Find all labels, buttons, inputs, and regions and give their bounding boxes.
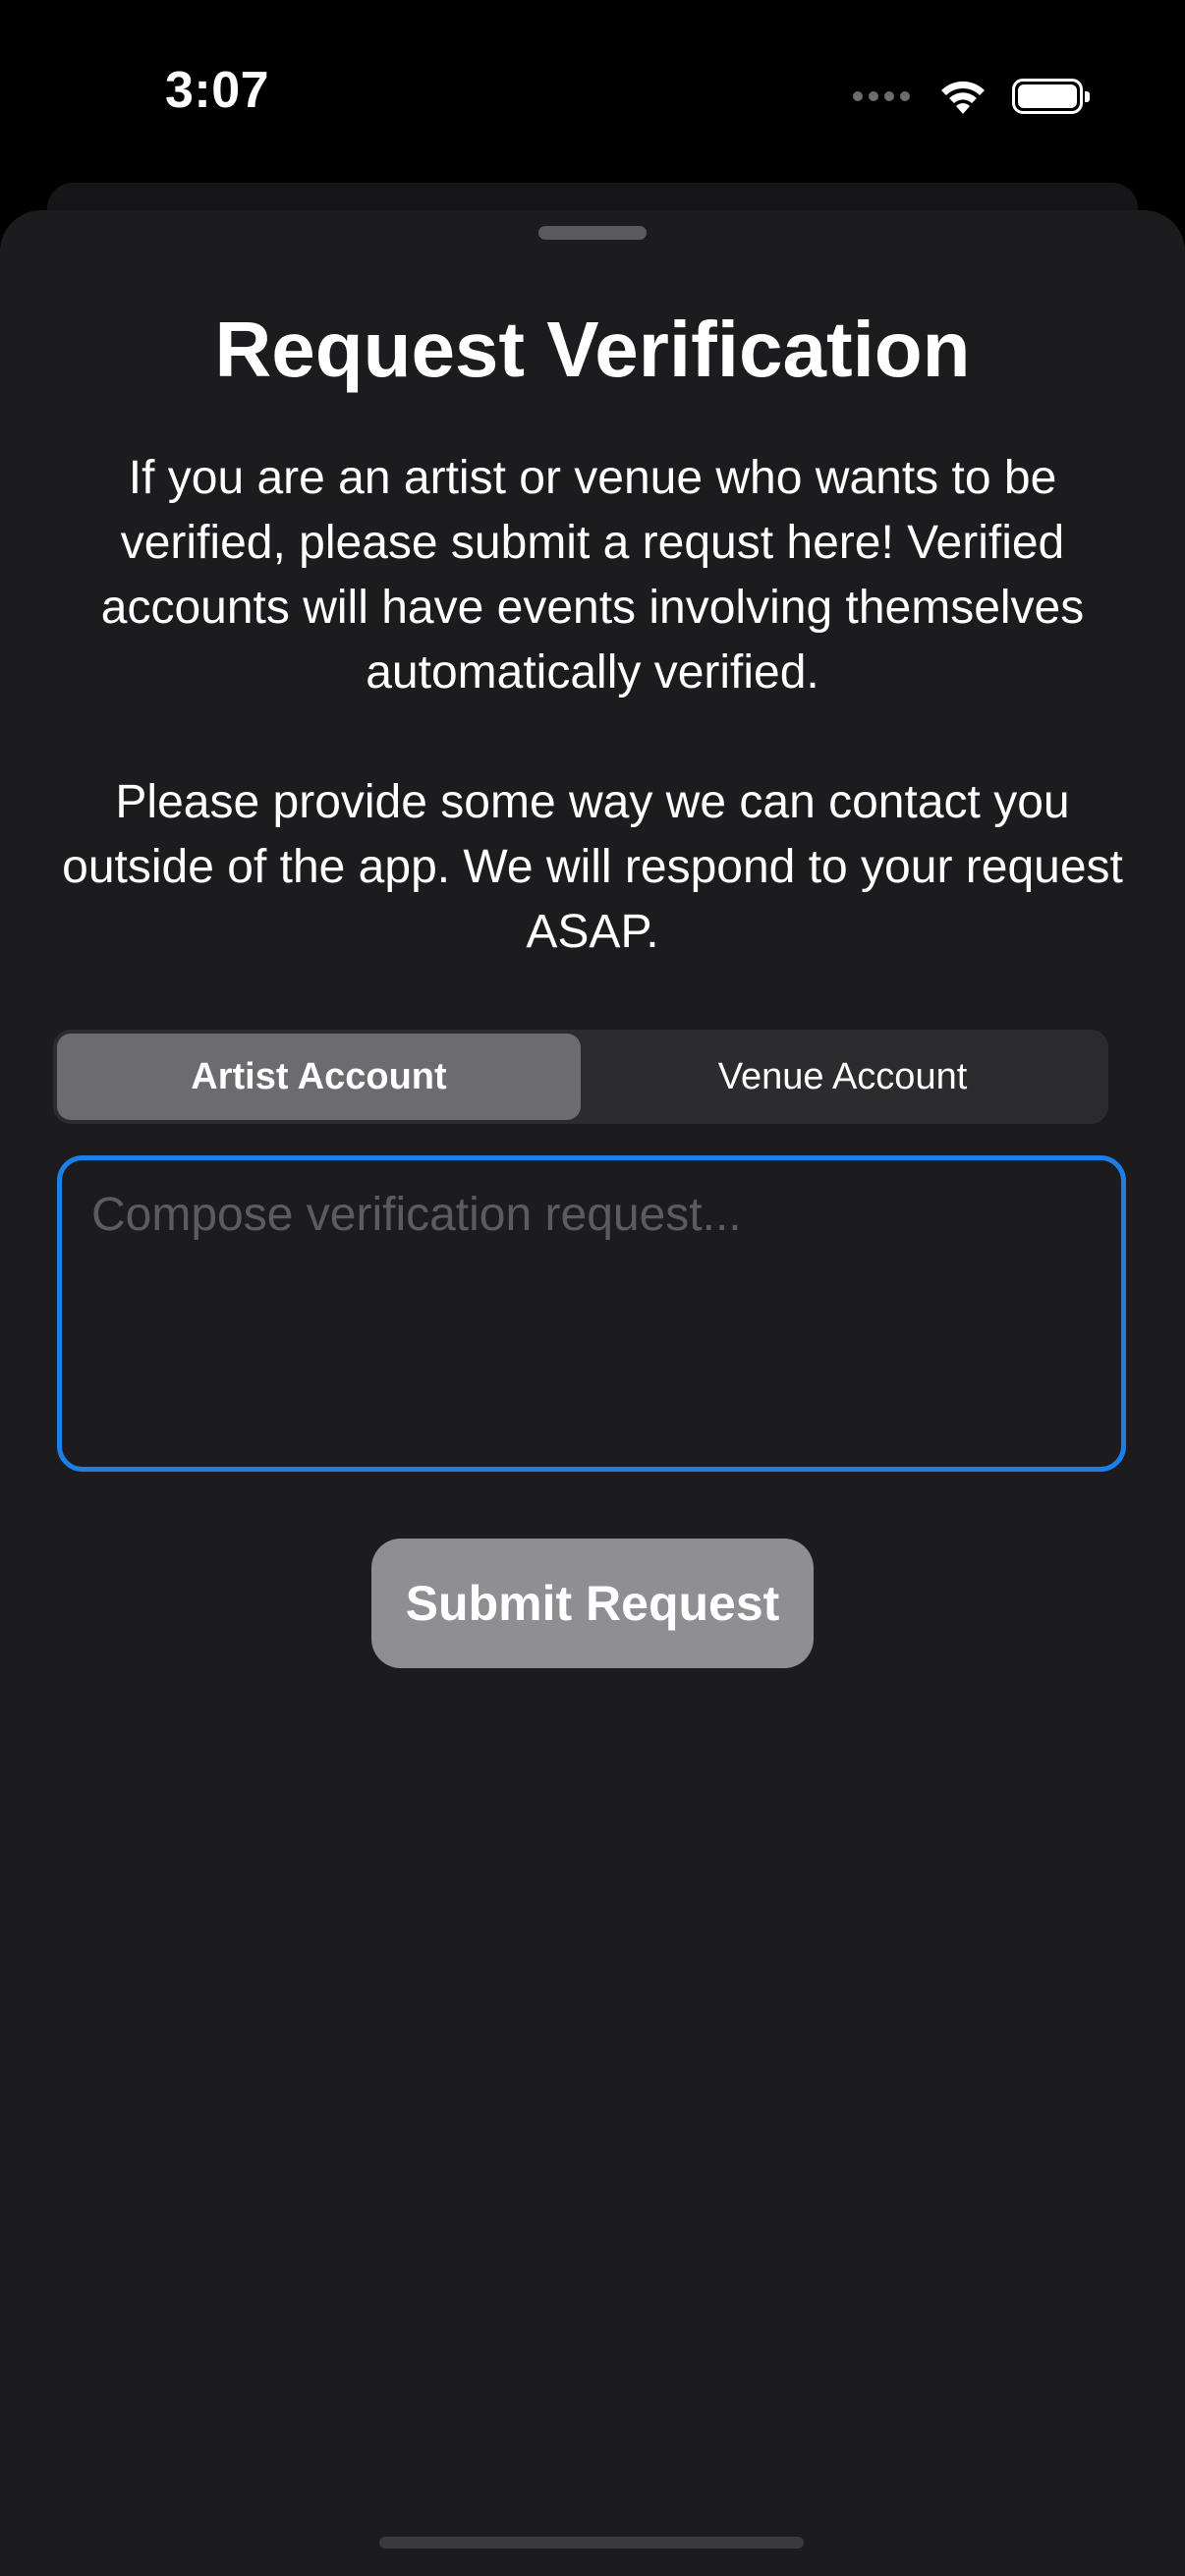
home-indicator	[379, 2537, 804, 2548]
screen: 3:07 Request Verification If you are an …	[0, 0, 1185, 2576]
segment-venue-account[interactable]: Venue Account	[581, 1034, 1104, 1120]
verification-request-input[interactable]	[91, 1188, 1092, 1439]
status-time: 3:07	[165, 62, 270, 119]
account-type-segmented-control: Artist Account Venue Account	[53, 1030, 1108, 1124]
description-paragraph-2: Please provide some way we can contact y…	[62, 776, 1123, 958]
submit-request-button[interactable]: Submit Request	[371, 1539, 814, 1668]
wifi-icon	[941, 81, 985, 114]
compose-box	[57, 1155, 1126, 1472]
signal-dots-icon	[853, 91, 910, 101]
sheet-grabber[interactable]	[538, 226, 647, 240]
battery-icon	[1012, 79, 1090, 114]
page-title: Request Verification	[214, 306, 971, 393]
status-icons	[853, 73, 1090, 120]
segment-artist-account[interactable]: Artist Account	[57, 1034, 581, 1120]
description-paragraph-1: If you are an artist or venue who wants …	[100, 452, 1085, 699]
verification-sheet: Request Verification If you are an artis…	[0, 210, 1185, 2576]
